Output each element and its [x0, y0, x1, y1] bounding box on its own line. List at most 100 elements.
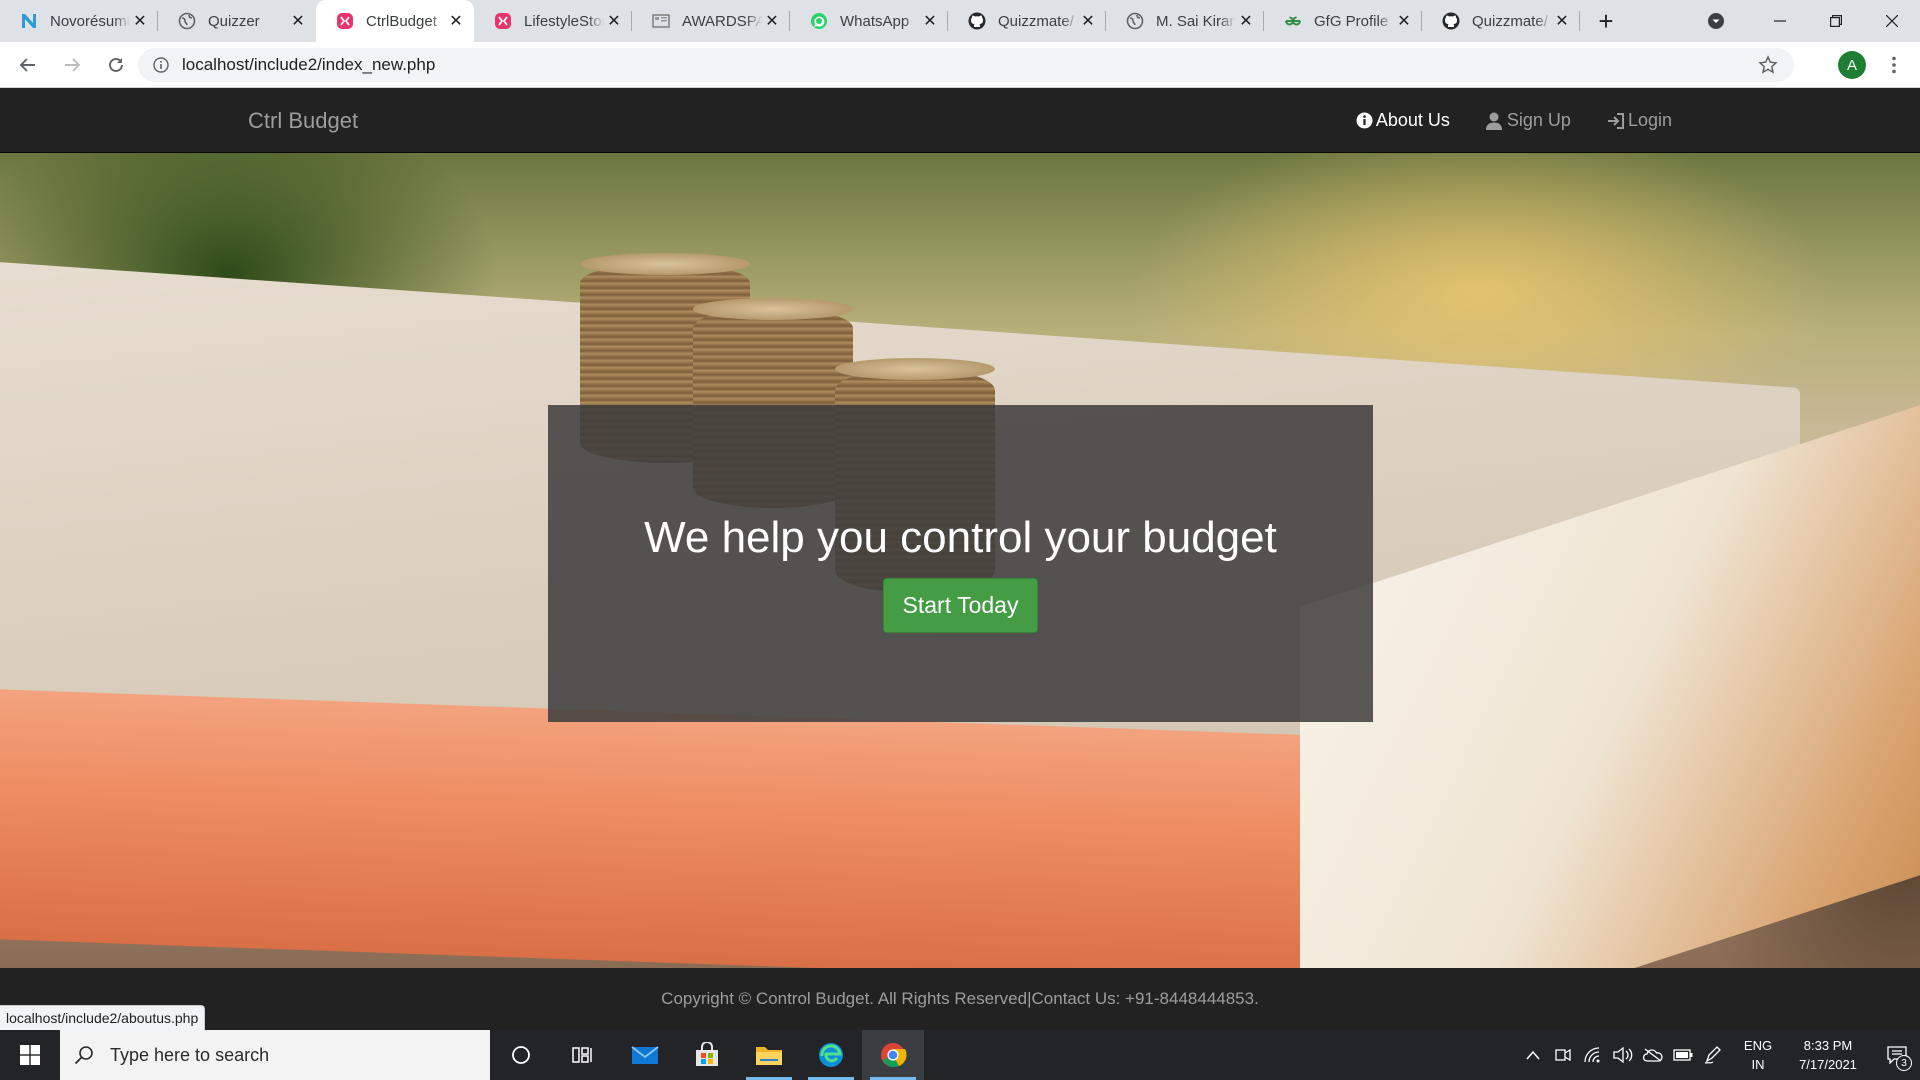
bookmark-star-icon[interactable] [1758, 55, 1778, 80]
footer-copyright: Copyright © Control Budget. All Rights R… [661, 989, 1259, 1008]
login-icon [1607, 112, 1625, 130]
hero-title: We help you control your budget [644, 513, 1277, 562]
close-icon[interactable]: ✕ [446, 11, 466, 31]
close-icon [1886, 15, 1898, 27]
tab-title: GfG Profile [1314, 12, 1389, 30]
back-arrow-icon [19, 57, 35, 72]
close-icon[interactable]: ✕ [920, 11, 940, 31]
taskbar-clock[interactable]: 8:33 PM 7/17/2021 [1782, 1036, 1874, 1074]
tab-title: Quizzmate/ [1472, 12, 1548, 30]
xampp-icon [336, 12, 354, 30]
minimize-button[interactable] [1752, 0, 1808, 42]
info-circle-icon [1356, 112, 1373, 129]
address-bar[interactable]: localhost/include2/index_new.php [138, 48, 1794, 82]
tab-gfg-profile[interactable]: GfG Profile ✕ [1264, 0, 1422, 42]
github-icon [1442, 12, 1460, 30]
store-app-button[interactable] [676, 1030, 738, 1080]
task-view-button[interactable] [552, 1030, 614, 1080]
close-icon[interactable]: ✕ [762, 11, 782, 31]
tab-github-quizzmate-2[interactable]: Quizzmate/ ✕ [1422, 0, 1580, 42]
nav-about-us[interactable]: About Us [1356, 110, 1450, 131]
tab-lifestylestore[interactable]: LifestyleStore ✕ [474, 0, 632, 42]
close-icon[interactable]: ✕ [1394, 11, 1414, 31]
search-icon [74, 1046, 93, 1065]
close-icon[interactable]: ✕ [1078, 11, 1098, 31]
site-brand[interactable]: Ctrl Budget [248, 108, 358, 134]
tab-github-quizzmate[interactable]: Quizzmate/ ✕ [948, 0, 1106, 42]
tab-list: Novorésumé ✕ Quizzer ✕ CtrlBudget ✕ Life… [0, 0, 1580, 42]
chevron-up-icon [1526, 1050, 1540, 1060]
nav-login-label: Login [1627, 110, 1672, 130]
start-button[interactable] [0, 1030, 60, 1080]
nav-about-label: About Us [1375, 110, 1450, 130]
close-icon[interactable]: ✕ [288, 11, 308, 31]
file-explorer-button[interactable] [738, 1030, 800, 1080]
tab-whatsapp[interactable]: WhatsApp ✕ [790, 0, 948, 42]
cortana-button[interactable] [490, 1030, 552, 1080]
system-tray: ENG IN 8:33 PM 7/17/2021 3 [1518, 1030, 1920, 1080]
nav-login[interactable]: Login [1607, 110, 1672, 131]
input-language-button[interactable]: ENG IN [1734, 1036, 1782, 1074]
close-icon[interactable]: ✕ [130, 11, 150, 31]
pen-workspace-button[interactable] [1698, 1030, 1728, 1080]
start-today-button[interactable]: Start Today [883, 578, 1038, 633]
tab-title: AWARDSPACE [682, 12, 762, 30]
tab-awardspace[interactable]: AWARDSPACE ✕ [632, 0, 790, 42]
tab-novoresume[interactable]: Novorésumé ✕ [0, 0, 158, 42]
globe-icon [178, 12, 196, 30]
meet-now-button[interactable] [1548, 1030, 1578, 1080]
wifi-icon [1584, 1047, 1600, 1063]
windows-taskbar: Type here to search ENG IN 8:33 PM 7/17/… [0, 1030, 1920, 1080]
window-controls [1696, 0, 1920, 42]
close-icon[interactable]: ✕ [1236, 11, 1256, 31]
back-button[interactable] [8, 45, 48, 85]
battery-button[interactable] [1668, 1030, 1698, 1080]
wifi-button[interactable] [1578, 1030, 1608, 1080]
action-center-button[interactable]: 3 [1874, 1030, 1920, 1080]
taskbar-search-box[interactable]: Type here to search [60, 1030, 490, 1080]
globe-icon [1126, 12, 1144, 30]
tab-title: M. Sai Kiran [1156, 12, 1236, 30]
hero-banner: We help you control your budget Start To… [0, 153, 1920, 968]
nav-sign-up[interactable]: Sign Up [1485, 110, 1571, 131]
profile-avatar[interactable]: A [1838, 51, 1866, 79]
edge-browser-button[interactable] [800, 1030, 862, 1080]
onedrive-button[interactable] [1638, 1030, 1668, 1080]
restore-icon [1830, 15, 1842, 27]
more-menu-icon[interactable] [1882, 53, 1906, 77]
site-navbar: Ctrl Budget About Us Sign Up Login [0, 88, 1920, 153]
cloud-off-icon [1643, 1048, 1663, 1062]
chrome-browser-button[interactable] [862, 1030, 924, 1080]
gfg-icon [1284, 12, 1302, 30]
close-window-button[interactable] [1864, 0, 1920, 42]
url-text[interactable]: localhost/include2/index_new.php [182, 55, 435, 75]
battery-icon [1673, 1049, 1693, 1061]
info-icon[interactable] [144, 57, 178, 73]
pen-icon [1704, 1046, 1721, 1064]
volume-button[interactable] [1608, 1030, 1638, 1080]
tab-quizzer[interactable]: Quizzer ✕ [158, 0, 316, 42]
close-icon[interactable]: ✕ [1552, 11, 1572, 31]
chrome-icon [881, 1043, 907, 1068]
mail-app-button[interactable] [614, 1030, 676, 1080]
new-tab-button[interactable]: + [1586, 0, 1626, 42]
clock-time: 8:33 PM [1803, 1038, 1853, 1053]
tab-title: CtrlBudget [366, 12, 437, 30]
tab-search-button[interactable] [1696, 0, 1736, 42]
forward-arrow-icon [65, 57, 81, 72]
tab-title: Quizzer [208, 12, 260, 30]
show-hidden-icons-button[interactable] [1518, 1030, 1548, 1080]
nav-signup-label: Sign Up [1506, 110, 1571, 130]
cortana-icon [512, 1046, 530, 1064]
tab-ctrlbudget[interactable]: CtrlBudget ✕ [316, 0, 474, 42]
taskbar-search-placeholder: Type here to search [110, 1044, 270, 1065]
site-footer: Copyright © Control Budget. All Rights R… [0, 968, 1920, 1030]
navbar-links: About Us Sign Up Login [1320, 88, 1672, 153]
reload-button[interactable] [96, 45, 136, 85]
tab-sai-kiran[interactable]: M. Sai Kiran ✕ [1106, 0, 1264, 42]
tab-title: LifestyleStore [524, 12, 604, 30]
close-icon[interactable]: ✕ [604, 11, 624, 31]
tab-title: Novorésumé [50, 12, 130, 30]
forward-button[interactable] [52, 45, 92, 85]
restore-button[interactable] [1808, 0, 1864, 42]
